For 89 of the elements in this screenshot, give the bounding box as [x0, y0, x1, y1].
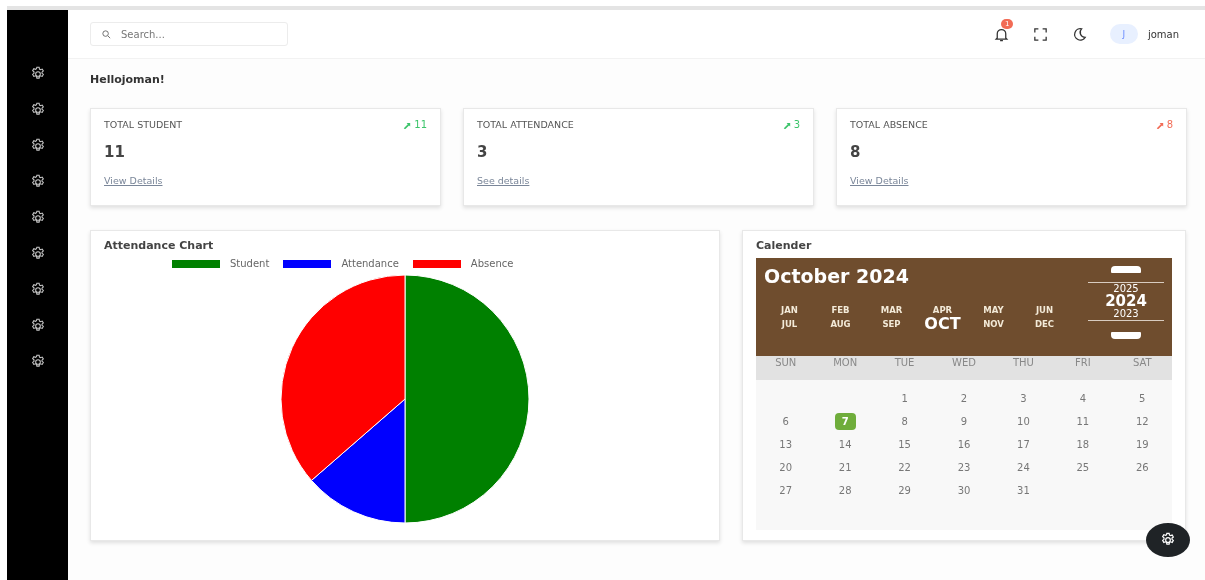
month-option[interactable]: OCT [917, 318, 968, 330]
calendar-day[interactable]: 26 [1128, 458, 1156, 476]
calendar-day[interactable]: 21 [831, 458, 859, 476]
year-down-handle[interactable] [1111, 332, 1141, 339]
month-option[interactable]: APR [917, 305, 968, 315]
stat-title: TOTAL ABSENCE [850, 119, 928, 130]
calendar-day[interactable]: 20 [772, 458, 800, 476]
calendar-day[interactable]: 30 [950, 481, 978, 499]
gear-icon[interactable] [29, 102, 46, 118]
legend-label: Absence [470, 258, 514, 269]
gear-icon[interactable] [29, 174, 46, 190]
month-option[interactable]: AUG [815, 319, 866, 329]
details-link[interactable]: View Details [104, 175, 163, 186]
calendar-day[interactable]: 15 [891, 435, 918, 453]
weekday-label: THU [1011, 356, 1035, 370]
calendar-day[interactable]: 14 [831, 435, 859, 453]
stat-value: 11 [104, 143, 126, 161]
trend-value: 3 [793, 119, 800, 130]
month-heading: October 2024 [764, 265, 910, 287]
gear-icon [1160, 532, 1176, 548]
weekday-label: TUE [893, 356, 916, 370]
month-option[interactable]: SEP [866, 319, 917, 329]
calendar-day[interactable]: 10 [1010, 412, 1037, 430]
gear-icon[interactable] [29, 138, 46, 154]
stat-value: 3 [477, 143, 489, 161]
search-icon [101, 29, 112, 40]
calendar-day[interactable]: 22 [891, 458, 918, 476]
calendar-day[interactable]: 16 [950, 435, 978, 453]
month-option[interactable]: MAY [968, 305, 1019, 315]
user-name[interactable]: joman [1147, 28, 1179, 40]
gear-icon[interactable] [29, 246, 46, 262]
gear-icon[interactable] [29, 66, 46, 82]
calendar-day[interactable]: 3 [1013, 389, 1034, 407]
year-option[interactable]: 2024 [1105, 294, 1147, 309]
calendar-day[interactable]: 18 [1069, 435, 1097, 453]
calendar-day[interactable]: 9 [953, 412, 975, 430]
fullscreen-icon[interactable] [1031, 25, 1049, 43]
calendar-day[interactable]: 5 [1132, 389, 1153, 407]
calendar-day[interactable]: 27 [772, 481, 800, 499]
calendar-day[interactable]: 2 [953, 389, 975, 407]
calendar-day[interactable]: 23 [950, 458, 978, 476]
calendar-day[interactable]: 31 [1010, 481, 1037, 499]
calendar-day[interactable]: 11 [1069, 412, 1097, 430]
month-option[interactable]: JAN [764, 305, 815, 315]
chart-title: Attendance Chart [104, 239, 215, 252]
weekday-label: SUN [774, 356, 798, 370]
details-link[interactable]: View Details [850, 175, 909, 186]
trend-value: 11 [414, 119, 427, 130]
gear-icon[interactable] [29, 210, 46, 226]
search-field[interactable]: Search... [90, 22, 288, 46]
user-avatar[interactable]: J [1109, 24, 1138, 44]
gear-icon[interactable] [29, 354, 46, 370]
stat-value: 8 [850, 143, 862, 161]
calendar-day[interactable]: 4 [1072, 389, 1094, 407]
details-link[interactable]: See details [477, 175, 530, 186]
calendar-day[interactable]: 13 [772, 435, 800, 453]
weekday-label: WED [951, 356, 977, 370]
month-option[interactable]: MAR [866, 305, 917, 315]
month-option[interactable]: DEC [1019, 319, 1070, 329]
weekday-label: SAT [1131, 356, 1153, 370]
trend-value: 8 [1166, 119, 1173, 130]
calendar-title: Calender [756, 239, 813, 252]
year-up-handle[interactable] [1111, 266, 1141, 273]
month-option[interactable]: JUL [764, 319, 815, 329]
month-option[interactable]: NOV [968, 319, 1019, 329]
stat-title: TOTAL ATTENDANCE [477, 119, 574, 130]
calendar-day[interactable]: 8 [894, 412, 915, 430]
month-option[interactable]: FEB [815, 305, 866, 315]
calendar-day[interactable]: 25 [1069, 458, 1097, 476]
gear-icon[interactable] [29, 282, 46, 298]
calendar-day[interactable]: 6 [775, 412, 796, 430]
greeting: Hellojoman! [90, 73, 166, 86]
calendar-day[interactable]: 19 [1128, 435, 1156, 453]
legend-label: Student [230, 258, 270, 269]
calendar-day[interactable]: 28 [831, 481, 859, 499]
weekday-label: MON [832, 356, 859, 370]
calendar-day[interactable]: 1 [894, 389, 915, 407]
calendar-day[interactable]: 29 [891, 481, 918, 499]
calendar-day[interactable]: 12 [1128, 412, 1156, 430]
stat-title: TOTAL STUDENT [104, 119, 183, 130]
gear-icon[interactable] [29, 318, 46, 334]
year-option[interactable]: 2025 [1113, 284, 1139, 294]
calendar-day[interactable]: 24 [1010, 458, 1037, 476]
weekday-label: FRI [1074, 356, 1092, 370]
calendar-day[interactable]: 17 [1010, 435, 1037, 453]
calendar-day[interactable]: 7 [834, 412, 856, 430]
month-option[interactable]: JUN [1019, 305, 1070, 315]
year-option[interactable]: 2023 [1113, 309, 1139, 319]
legend-label: Attendance [341, 258, 399, 269]
